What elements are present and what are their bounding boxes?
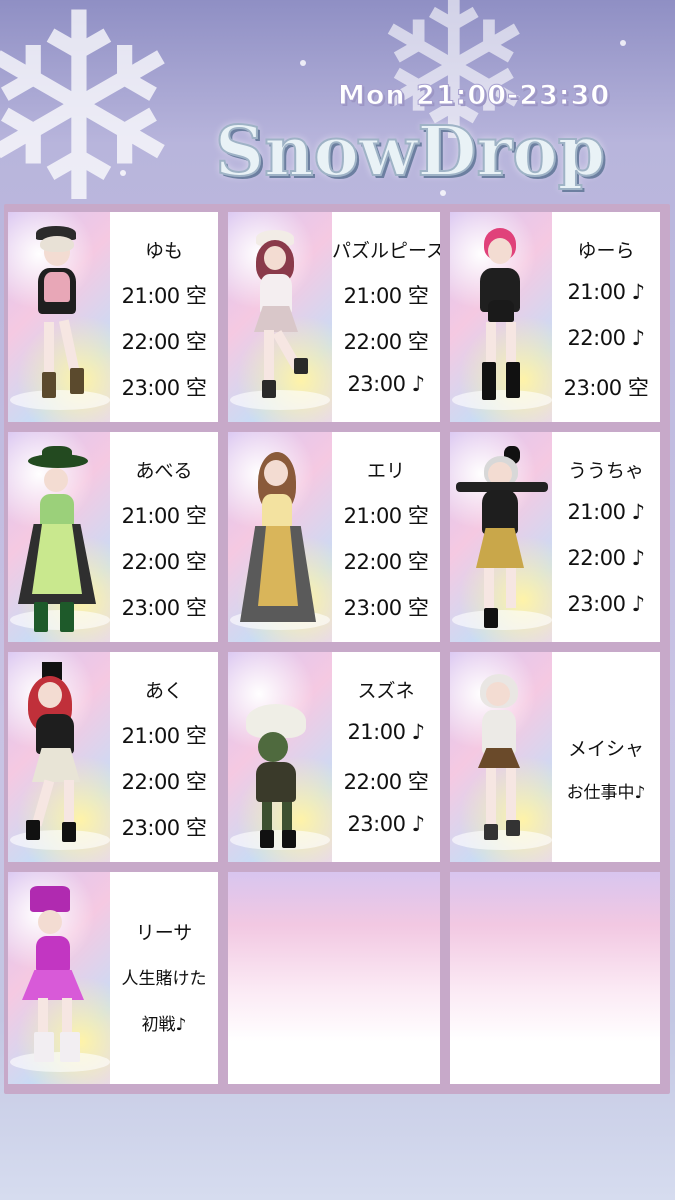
- time-slot-2100: 21:00 ♪: [567, 280, 645, 304]
- empty-card-background: [450, 872, 660, 1084]
- member-card-suzune[interactable]: スズネ 21:00 ♪ 22:00 空 23:00 ♪: [228, 652, 440, 862]
- page-title: SnowDrop: [214, 111, 606, 193]
- time-slot-2300: 23:00 空: [563, 376, 649, 400]
- character-portrait: [228, 652, 332, 862]
- member-info: リーサ 人生賭けた 初戦♪: [110, 872, 218, 1084]
- time-slot-2200: 22:00 空: [343, 550, 429, 574]
- member-info: あべる 21:00 空 22:00 空 23:00 空: [110, 432, 218, 642]
- member-name: メイシャ: [567, 738, 644, 760]
- time-slot-2100: 21:00 空: [343, 284, 429, 308]
- time-slot-2300: 23:00 ♪: [347, 372, 425, 396]
- member-card-meisha[interactable]: メイシャ お仕事中♪: [450, 652, 660, 862]
- member-info: メイシャ お仕事中♪: [552, 652, 660, 862]
- member-name: ううちゃ: [567, 460, 644, 482]
- time-slot-2100: 21:00 ♪: [567, 500, 645, 524]
- time-slot-2300: 23:00 空: [121, 596, 207, 620]
- member-name: パズルピース: [332, 240, 440, 262]
- member-name: ゆーら: [577, 240, 635, 262]
- time-slot-2200: 22:00 空: [343, 330, 429, 354]
- member-status-note-line2: 初戦♪: [141, 1015, 187, 1035]
- character-portrait: [8, 652, 112, 862]
- character-portrait: [228, 212, 332, 422]
- member-card-puzzlepiece[interactable]: パズルピース 21:00 空 22:00 空 23:00 ♪: [228, 212, 440, 422]
- member-info: ううちゃ 21:00 ♪ 22:00 ♪ 23:00 ♪: [552, 432, 660, 642]
- member-name: ゆも: [144, 240, 183, 262]
- character-portrait: [8, 212, 112, 422]
- time-slot-2100: 21:00 空: [343, 504, 429, 528]
- time-slot-2200: 22:00 空: [121, 770, 207, 794]
- member-info: エリ 21:00 空 22:00 空 23:00 空: [332, 432, 440, 642]
- time-slot-2300: 23:00 空: [343, 596, 429, 620]
- member-info: ゆも 21:00 空 22:00 空 23:00 空: [110, 212, 218, 422]
- member-name: エリ: [366, 460, 405, 482]
- member-card-risa[interactable]: リーサ 人生賭けた 初戦♪: [8, 872, 218, 1084]
- time-slot-2200: 22:00 空: [121, 550, 207, 574]
- character-portrait: [450, 432, 554, 642]
- member-info: パズルピース 21:00 空 22:00 空 23:00 ♪: [332, 212, 440, 422]
- member-card-aberu[interactable]: あべる 21:00 空 22:00 空 23:00 空: [8, 432, 218, 642]
- sparkle-decoration: [120, 170, 126, 176]
- member-status-note: お仕事中♪: [566, 783, 646, 803]
- time-slot-2300: 23:00 空: [121, 816, 207, 840]
- member-info: あく 21:00 空 22:00 空 23:00 空: [110, 652, 218, 862]
- character-portrait: [8, 432, 112, 642]
- empty-card: [228, 872, 440, 1084]
- member-info: スズネ 21:00 ♪ 22:00 空 23:00 ♪: [332, 652, 440, 862]
- empty-card-background: [228, 872, 440, 1084]
- time-slot-2200: 22:00 ♪: [567, 546, 645, 570]
- empty-card: [450, 872, 660, 1084]
- member-card-uucha[interactable]: ううちゃ 21:00 ♪ 22:00 ♪ 23:00 ♪: [450, 432, 660, 642]
- character-portrait: [8, 872, 112, 1084]
- time-slot-2100: 21:00 空: [121, 284, 207, 308]
- time-slot-2100: 21:00 ♪: [347, 720, 425, 744]
- character-portrait: [228, 432, 332, 642]
- time-slot-2300: 23:00 空: [121, 376, 207, 400]
- schedule-time-range: Mon 21:00-23:30: [338, 80, 611, 112]
- sparkle-decoration: [300, 60, 306, 66]
- member-name: あべる: [135, 460, 193, 482]
- schedule-board: ゆも 21:00 空 22:00 空 23:00 空 パズルピース 21:00 …: [4, 204, 670, 1094]
- character-portrait: [450, 212, 554, 422]
- character-portrait: [450, 652, 554, 862]
- time-slot-2300: 23:00 ♪: [567, 592, 645, 616]
- time-slot-2200: 22:00 ♪: [567, 326, 645, 350]
- member-card-aku[interactable]: あく 21:00 空 22:00 空 23:00 空: [8, 652, 218, 862]
- member-info: ゆーら 21:00 ♪ 22:00 ♪ 23:00 空: [552, 212, 660, 422]
- sparkle-decoration: [620, 40, 626, 46]
- member-card-eri[interactable]: エリ 21:00 空 22:00 空 23:00 空: [228, 432, 440, 642]
- time-slot-2200: 22:00 空: [121, 330, 207, 354]
- member-name: スズネ: [357, 680, 415, 702]
- member-card-yura[interactable]: ゆーら 21:00 ♪ 22:00 ♪ 23:00 空: [450, 212, 660, 422]
- member-card-yumo[interactable]: ゆも 21:00 空 22:00 空 23:00 空: [8, 212, 218, 422]
- time-slot-2300: 23:00 ♪: [347, 812, 425, 836]
- time-slot-2100: 21:00 空: [121, 724, 207, 748]
- time-slot-2100: 21:00 空: [121, 504, 207, 528]
- time-slot-2200: 22:00 空: [343, 770, 429, 794]
- member-name: あく: [144, 680, 183, 702]
- member-name: リーサ: [135, 922, 193, 944]
- member-status-note-line1: 人生賭けた: [121, 969, 207, 989]
